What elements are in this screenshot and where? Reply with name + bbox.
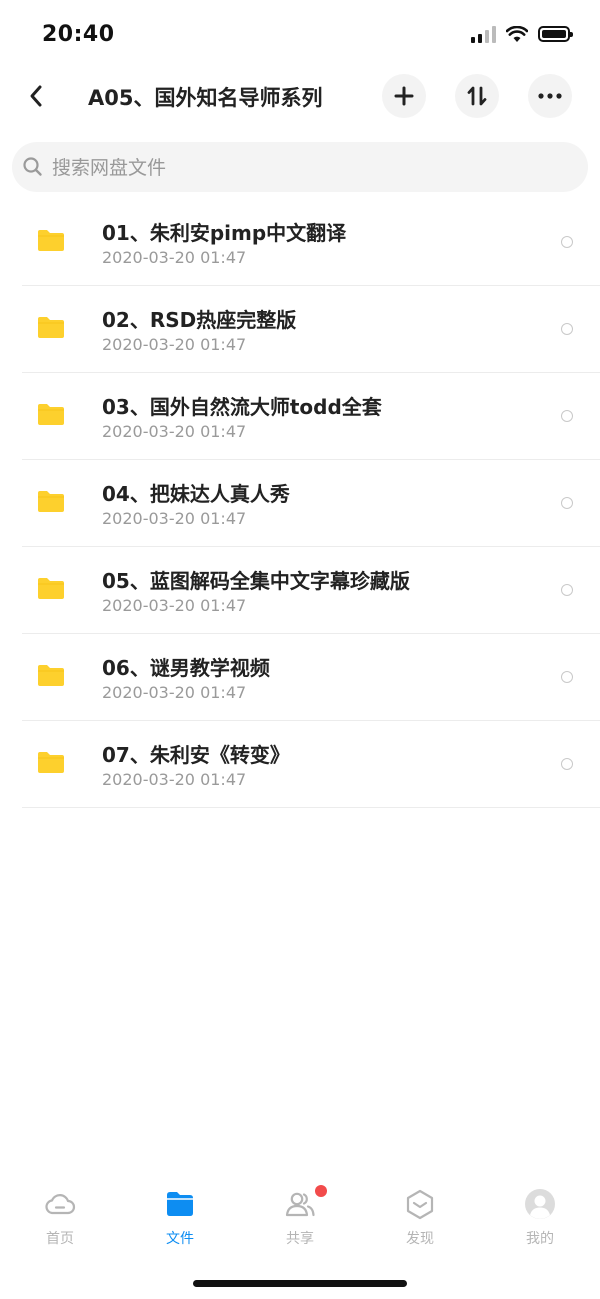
status-bar: 20:40	[0, 0, 600, 72]
battery-icon	[538, 26, 573, 42]
search-input[interactable]	[50, 142, 554, 194]
tab-label: 我的	[526, 1231, 554, 1247]
back-arrow-icon	[30, 85, 42, 107]
search-bar[interactable]	[12, 142, 588, 194]
tab-share[interactable]: 共享	[240, 1180, 360, 1250]
cloud-icon	[45, 1194, 76, 1215]
plus-icon	[394, 86, 414, 106]
tab-label: 文件	[166, 1231, 194, 1247]
select-radio[interactable]	[561, 497, 573, 509]
file-name: 02、RSD热座完整版	[102, 308, 297, 332]
people-icon	[285, 1192, 315, 1217]
file-date: 2020-03-20 01:47	[102, 422, 247, 441]
tab-me[interactable]: 我的	[480, 1180, 600, 1250]
tab-label: 共享	[286, 1231, 314, 1247]
sort-button[interactable]	[455, 74, 499, 118]
select-radio[interactable]	[561, 236, 573, 248]
file-date: 2020-03-20 01:47	[102, 335, 247, 354]
file-row-03[interactable]: 03、国外自然流大师todd全套 2020-03-20 01:47	[0, 373, 600, 460]
file-date: 2020-03-20 01:47	[102, 770, 247, 789]
sort-icon	[467, 86, 487, 106]
folder-icon	[38, 404, 64, 425]
file-name: 05、蓝图解码全集中文字幕珍藏版	[102, 569, 410, 593]
tab-home[interactable]: 首页	[0, 1180, 120, 1250]
header: A05、国外知名导师系列	[0, 72, 600, 122]
tab-discover[interactable]: 发现	[360, 1180, 480, 1250]
file-name: 01、朱利安pimp中文翻译	[102, 221, 347, 245]
folder-icon	[38, 230, 64, 251]
file-date: 2020-03-20 01:47	[102, 509, 247, 528]
select-radio[interactable]	[561, 410, 573, 422]
file-name: 07、朱利安《转变》	[102, 743, 290, 767]
folder-icon	[38, 665, 64, 686]
file-date: 2020-03-20 01:47	[102, 596, 247, 615]
select-radio[interactable]	[561, 758, 573, 770]
folder-icon	[38, 752, 64, 773]
file-list: 01、朱利安pimp中文翻译 2020-03-20 01:47 02、RSD热座…	[0, 199, 600, 808]
status-icons	[471, 25, 573, 43]
file-row-05[interactable]: 05、蓝图解码全集中文字幕珍藏版 2020-03-20 01:47	[0, 547, 600, 634]
file-row-01[interactable]: 01、朱利安pimp中文翻译 2020-03-20 01:47	[0, 199, 600, 286]
folder-icon	[167, 1192, 193, 1216]
row-divider	[22, 807, 600, 808]
tab-label: 首页	[46, 1231, 74, 1247]
file-name: 04、把妹达人真人秀	[102, 482, 290, 506]
folder-icon	[38, 317, 64, 338]
more-button[interactable]	[528, 74, 572, 118]
status-time: 20:40	[42, 22, 115, 47]
add-button[interactable]	[382, 74, 426, 118]
file-date: 2020-03-20 01:47	[102, 248, 247, 267]
notification-badge	[315, 1185, 327, 1197]
file-row-04[interactable]: 04、把妹达人真人秀 2020-03-20 01:47	[0, 460, 600, 547]
file-name: 06、谜男教学视频	[102, 656, 270, 680]
select-radio[interactable]	[561, 584, 573, 596]
avatar-icon	[525, 1189, 555, 1219]
more-dots-icon	[538, 93, 562, 99]
file-name: 03、国外自然流大师todd全套	[102, 395, 382, 419]
search-icon	[23, 157, 42, 176]
discover-icon	[406, 1189, 434, 1220]
tab-bar: 首页 文件 共享 发现 我的	[0, 1180, 600, 1250]
folder-icon	[38, 491, 64, 512]
tab-files[interactable]: 文件	[120, 1180, 240, 1250]
file-row-02[interactable]: 02、RSD热座完整版 2020-03-20 01:47	[0, 286, 600, 373]
back-button[interactable]	[18, 78, 54, 114]
file-date: 2020-03-20 01:47	[102, 683, 247, 702]
home-indicator[interactable]	[193, 1280, 407, 1287]
select-radio[interactable]	[561, 671, 573, 683]
tab-label: 发现	[406, 1231, 434, 1247]
folder-icon	[38, 578, 64, 599]
select-radio[interactable]	[561, 323, 573, 335]
file-row-07[interactable]: 07、朱利安《转变》 2020-03-20 01:47	[0, 721, 600, 808]
wifi-icon	[506, 25, 528, 42]
file-row-06[interactable]: 06、谜男教学视频 2020-03-20 01:47	[0, 634, 600, 721]
page-title: A05、国外知名导师系列	[88, 86, 323, 110]
cellular-signal-icon	[471, 25, 496, 43]
